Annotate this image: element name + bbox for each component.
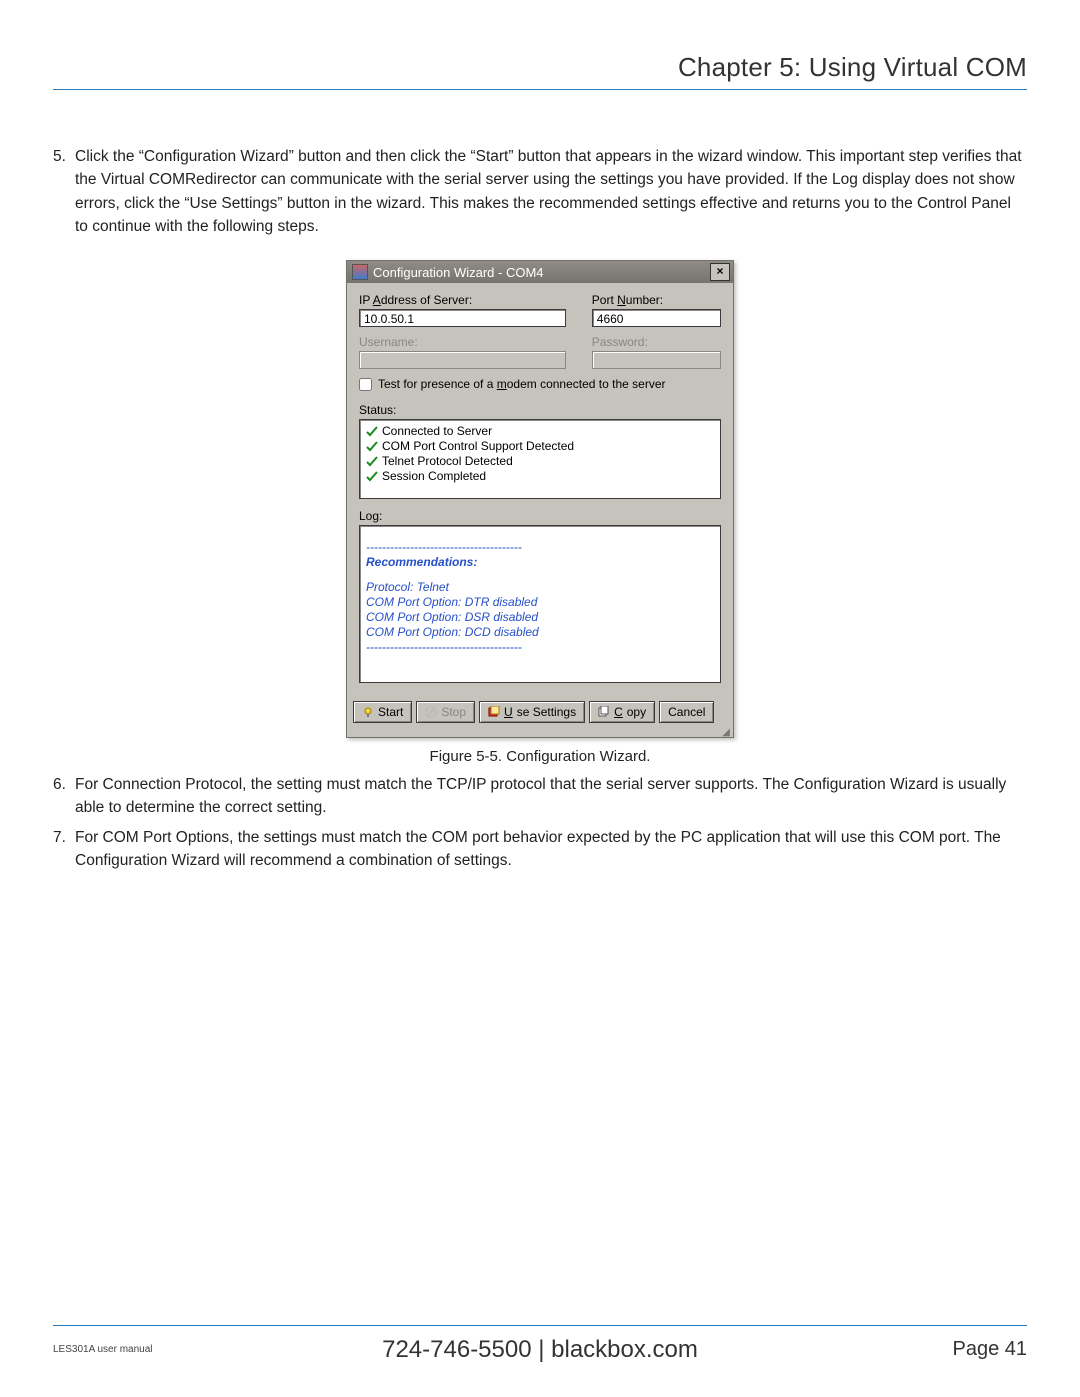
step-item: 7.For COM Port Options, the settings mus… xyxy=(53,826,1027,873)
footer-center: 724-746-5500 | blackbox.com xyxy=(53,1336,1027,1364)
status-item: Session Completed xyxy=(366,469,714,484)
steps-before-figure: 5.Click the “Configuration Wizard” butto… xyxy=(53,145,1027,238)
stop-button: Stop xyxy=(416,701,475,723)
log-line: COM Port Option: DCD disabled xyxy=(366,625,714,640)
dialog-title: Configuration Wizard - COM4 xyxy=(373,265,544,280)
log-line: COM Port Option: DTR disabled xyxy=(366,595,714,610)
footer-rule xyxy=(53,1325,1027,1326)
log-line: COM Port Option: DSR disabled xyxy=(366,610,714,625)
start-button[interactable]: Start xyxy=(353,701,412,723)
dialog-titlebar: Configuration Wizard - COM4 × xyxy=(347,261,733,283)
status-label: Status: xyxy=(359,403,721,417)
close-icon[interactable]: × xyxy=(710,263,730,281)
steps-after-figure: 6.For Connection Protocol, the setting m… xyxy=(53,773,1027,872)
status-item: Telnet Protocol Detected xyxy=(366,454,714,469)
port-number-label: Port Number: xyxy=(592,293,721,307)
config-wizard-dialog: Configuration Wizard - COM4 × IP Address… xyxy=(346,260,734,738)
copy-button[interactable]: Copy xyxy=(589,701,655,723)
status-item: Connected to Server xyxy=(366,424,714,439)
copy-icon xyxy=(598,706,610,718)
ip-address-input[interactable]: 10.0.50.1 xyxy=(359,309,566,327)
lightbulb-icon xyxy=(362,706,374,718)
page-footer: LES301A user manual 724-746-5500 | black… xyxy=(53,1325,1027,1361)
log-line: Protocol: Telnet xyxy=(366,580,714,595)
chapter-title: Chapter 5: Using Virtual COM xyxy=(53,52,1027,83)
figure-caption: Figure 5-5. Configuration Wizard. xyxy=(53,748,1027,765)
step-item: 6.For Connection Protocol, the setting m… xyxy=(53,773,1027,820)
use-settings-button[interactable]: Use Settings xyxy=(479,701,585,723)
password-input xyxy=(592,351,721,369)
ip-address-label: IP Address of Server: xyxy=(359,293,566,307)
log-panel: --------------------------------------- … xyxy=(359,525,721,683)
log-label: Log: xyxy=(359,509,721,523)
app-icon xyxy=(352,264,368,280)
port-number-input[interactable]: 4660 xyxy=(592,309,721,327)
cancel-button[interactable]: Cancel xyxy=(659,701,714,723)
modem-check-label: Test for presence of a modem connected t… xyxy=(378,377,666,391)
figure-wrap: Configuration Wizard - COM4 × IP Address… xyxy=(53,260,1027,738)
modem-check[interactable] xyxy=(359,378,372,391)
username-input xyxy=(359,351,566,369)
step-item: 5.Click the “Configuration Wizard” butto… xyxy=(53,145,1027,238)
stop-icon xyxy=(425,706,437,718)
resize-grip[interactable]: ◢ xyxy=(347,729,733,737)
apply-icon xyxy=(488,706,500,718)
dialog-button-row: Start Stop Use Settings Copy Cancel xyxy=(347,693,733,729)
header-rule xyxy=(53,89,1027,90)
status-panel: Connected to ServerCOM Port Control Supp… xyxy=(359,419,721,499)
username-label: Username: xyxy=(359,335,566,349)
password-label: Password: xyxy=(592,335,721,349)
status-item: COM Port Control Support Detected xyxy=(366,439,714,454)
